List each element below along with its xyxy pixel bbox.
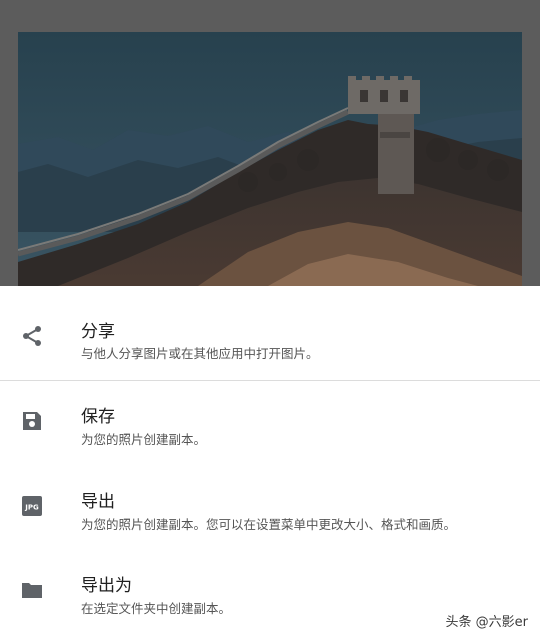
menu-item-title: 保存	[81, 407, 115, 427]
photo-preview	[18, 32, 522, 286]
svg-text:JPG: JPG	[24, 504, 39, 512]
menu-item-subtitle: 在选定文件夹中创建副本。	[81, 601, 232, 616]
folder-icon	[19, 577, 45, 603]
watermark-text: 头条 @六影er	[445, 615, 528, 630]
share-icon	[19, 323, 45, 349]
menu-item-save[interactable]: 保存 为您的照片创建副本。	[0, 381, 540, 465]
bottom-sheet: 分享 与他人分享图片或在其他应用中打开图片。 保存 为您的照片创建副本。 JPG…	[0, 286, 540, 640]
menu-item-title: 分享	[81, 322, 115, 342]
menu-item-export[interactable]: JPG 导出 为您的照片创建副本。您可以在设置菜单中更改大小、格式和画质。	[0, 466, 540, 550]
menu-item-share[interactable]: 分享 与他人分享图片或在其他应用中打开图片。	[0, 286, 540, 380]
menu-item-title: 导出为	[81, 576, 132, 596]
menu-item-subtitle: 为您的照片创建副本。	[81, 432, 207, 447]
menu-item-title: 导出	[81, 492, 115, 512]
menu-item-subtitle: 与他人分享图片或在其他应用中打开图片。	[81, 346, 319, 361]
save-icon	[19, 408, 45, 434]
menu-item-subtitle: 为您的照片创建副本。您可以在设置菜单中更改大小、格式和画质。	[81, 517, 457, 532]
jpg-icon: JPG	[19, 493, 45, 519]
